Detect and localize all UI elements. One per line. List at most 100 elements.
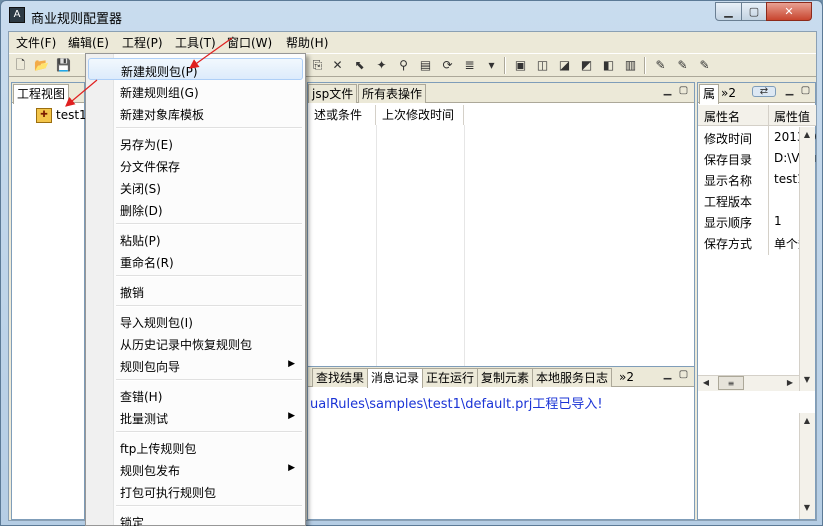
ctx-lock[interactable]: 锁定 — [88, 510, 303, 526]
ctx-new-object-library-template[interactable]: 新建对象库模板 — [88, 102, 303, 124]
menu-edit[interactable]: 编辑(E) — [68, 34, 109, 51]
minimize-icon[interactable]: ▁ — [662, 86, 673, 97]
refresh-icon[interactable]: ⟳ — [439, 57, 456, 74]
select-icon[interactable]: ⬉ — [351, 57, 368, 74]
ctx-rename[interactable]: 重命名(R) — [88, 250, 303, 272]
ctx-ftp-upload[interactable]: ftp上传规则包 — [88, 436, 303, 458]
tab-overflow[interactable]: »2 — [616, 368, 637, 387]
tab-overflow[interactable]: »2 — [718, 84, 739, 103]
scroll-left-icon[interactable]: ◀ — [699, 376, 713, 390]
menu-item-label: 导入规则包(I) — [120, 316, 193, 330]
delete-icon[interactable]: ✕ — [329, 57, 346, 74]
menu-bar: 文件(F) 编辑(E) 工程(P) 工具(T) 窗口(W) 帮助(H) — [9, 32, 816, 52]
scroll-down-icon[interactable]: ▼ — [800, 501, 814, 515]
ctx-paste[interactable]: 粘贴(P) — [88, 228, 303, 250]
ctx-import-rule-package[interactable]: 导入规则包(I) — [88, 310, 303, 332]
edit-package-icon[interactable]: ◪ — [556, 57, 573, 74]
package-icon[interactable]: ◫ — [534, 57, 551, 74]
vertical-scrollbar[interactable]: ▲ ▼ — [799, 413, 815, 519]
menu-window[interactable]: 窗口(W) — [227, 34, 272, 51]
ctx-new-rule-package[interactable]: 新建规则包(P) — [88, 58, 303, 80]
menu-separator — [116, 505, 302, 507]
menu-item-label: 新建规则组(G) — [120, 86, 199, 100]
menu-item-label: 重命名(R) — [120, 256, 174, 270]
vertical-scrollbar[interactable]: ▲ ▼ — [799, 127, 815, 391]
menu-item-label: ftp上传规则包 — [120, 442, 197, 456]
ctx-close[interactable]: 关闭(S) — [88, 176, 303, 198]
open-folder-icon[interactable]: 📂 — [33, 57, 50, 74]
column-header-modified[interactable]: 上次修改时间 — [376, 105, 464, 125]
menu-item-label: 关闭(S) — [120, 182, 161, 196]
find-icon[interactable]: ⚲ — [395, 57, 412, 74]
scroll-up-icon[interactable]: ▲ — [800, 414, 814, 428]
dropdown-arrow-icon[interactable]: ▾ — [483, 57, 500, 74]
ctx-undo[interactable]: 撤销 — [88, 280, 303, 302]
minimize-button[interactable]: ▁ — [715, 2, 742, 21]
column-divider — [376, 125, 377, 387]
tab-local-service-log[interactable]: 本地服务日志 — [532, 368, 613, 387]
ctx-restore-from-history[interactable]: 从历史记录中恢复规则包 — [88, 332, 303, 354]
menu-tools[interactable]: 工具(T) — [175, 34, 216, 51]
library-icon[interactable]: ▥ — [622, 57, 639, 74]
toolbar-separator — [644, 57, 646, 74]
close-button[interactable]: ✕ — [766, 2, 812, 21]
debug-stop-icon[interactable]: ✎ — [696, 57, 713, 74]
tab-search-results[interactable]: 查找结果 — [312, 368, 369, 387]
properties-icon[interactable]: ▤ — [417, 57, 434, 74]
debug-icon[interactable]: ✎ — [652, 57, 669, 74]
scroll-right-icon[interactable]: ▶ — [783, 376, 797, 390]
scroll-down-icon[interactable]: ▼ — [800, 373, 814, 387]
link-package-icon[interactable]: ◩ — [578, 57, 595, 74]
ctx-rule-package-wizard[interactable]: 规则包向导 ▶ — [88, 354, 303, 376]
column-header-condition[interactable]: 述或条件 — [308, 105, 376, 125]
menu-item-label: 规则包发布 — [120, 464, 181, 478]
maximize-icon[interactable]: ▢ — [800, 86, 811, 97]
menu-file[interactable]: 文件(F) — [16, 34, 56, 51]
tab-table-operations[interactable]: 所有表操作 — [358, 84, 427, 103]
minimize-icon[interactable]: ▁ — [662, 370, 673, 381]
minimize-icon[interactable]: ▁ — [784, 86, 795, 97]
indent-icon[interactable]: ≣ — [461, 57, 478, 74]
horizontal-scrollbar[interactable]: ◀ ≡ ▶ — [698, 375, 799, 391]
menu-item-label: 锁定 — [120, 516, 145, 526]
maximize-icon[interactable]: ▢ — [678, 86, 689, 97]
ctx-new-rule-group[interactable]: 新建规则组(G) — [88, 80, 303, 102]
menu-item-label: 另存为(E) — [120, 138, 173, 152]
maximize-icon[interactable]: ▢ — [678, 370, 689, 381]
scroll-thumb[interactable]: ≡ — [718, 376, 744, 390]
new-package-icon[interactable]: ▣ — [512, 57, 529, 74]
maximize-button[interactable]: ▢ — [741, 2, 767, 21]
ctx-delete[interactable]: 删除(D) — [88, 198, 303, 220]
menu-item-label: 从历史记录中恢复规则包 — [120, 338, 253, 352]
tab-running[interactable]: 正在运行 — [422, 368, 479, 387]
project-view-tabstrip: 工程视图 — [12, 83, 84, 104]
ctx-package-executable[interactable]: 打包可执行规则包 — [88, 480, 303, 502]
menu-project[interactable]: 工程(P) — [122, 34, 163, 51]
copy-package-icon[interactable]: ◧ — [600, 57, 617, 74]
tree-node-project[interactable]: ✚ test1 — [30, 107, 90, 125]
properties-panel: 属 »2 ⇄ ▁ ▢ 属性名 属性值 修改时间 2013-0 保存目录 D:\V… — [697, 82, 817, 520]
property-name: 修改时间 — [704, 132, 753, 146]
toggle-view-icon[interactable]: ⇄ — [752, 86, 776, 97]
wand-icon[interactable]: ✦ — [373, 57, 390, 74]
scroll-up-icon[interactable]: ▲ — [800, 128, 814, 142]
ctx-batch-test[interactable]: 批量测试 ▶ — [88, 406, 303, 428]
tab-properties[interactable]: 属 — [699, 84, 720, 104]
copy-icon[interactable]: ⎘ — [309, 57, 326, 74]
ctx-publish-rule-package[interactable]: 规则包发布 ▶ — [88, 458, 303, 480]
debug-run-icon[interactable]: ✎ — [674, 57, 691, 74]
ctx-split-file-save[interactable]: 分文件保存 — [88, 154, 303, 176]
window-title: 商业规则配置器 — [31, 12, 123, 27]
tab-copy-elements[interactable]: 复制元素 — [477, 368, 534, 387]
tab-project-view[interactable]: 工程视图 — [13, 84, 70, 104]
save-icon[interactable]: 💾 — [55, 57, 72, 74]
tab-message-log[interactable]: 消息记录 — [367, 368, 424, 388]
ctx-save-as[interactable]: 另存为(E) — [88, 132, 303, 154]
ctx-check-errors[interactable]: 查错(H) — [88, 384, 303, 406]
tab-jsp-files[interactable]: jsp文件 — [308, 84, 358, 103]
new-file-icon[interactable]: 🗋 — [12, 57, 29, 74]
project-icon: ✚ — [36, 108, 52, 123]
property-name: 工程版本 — [704, 195, 753, 209]
menu-help[interactable]: 帮助(H) — [286, 34, 328, 51]
submenu-arrow-icon: ▶ — [288, 359, 295, 369]
